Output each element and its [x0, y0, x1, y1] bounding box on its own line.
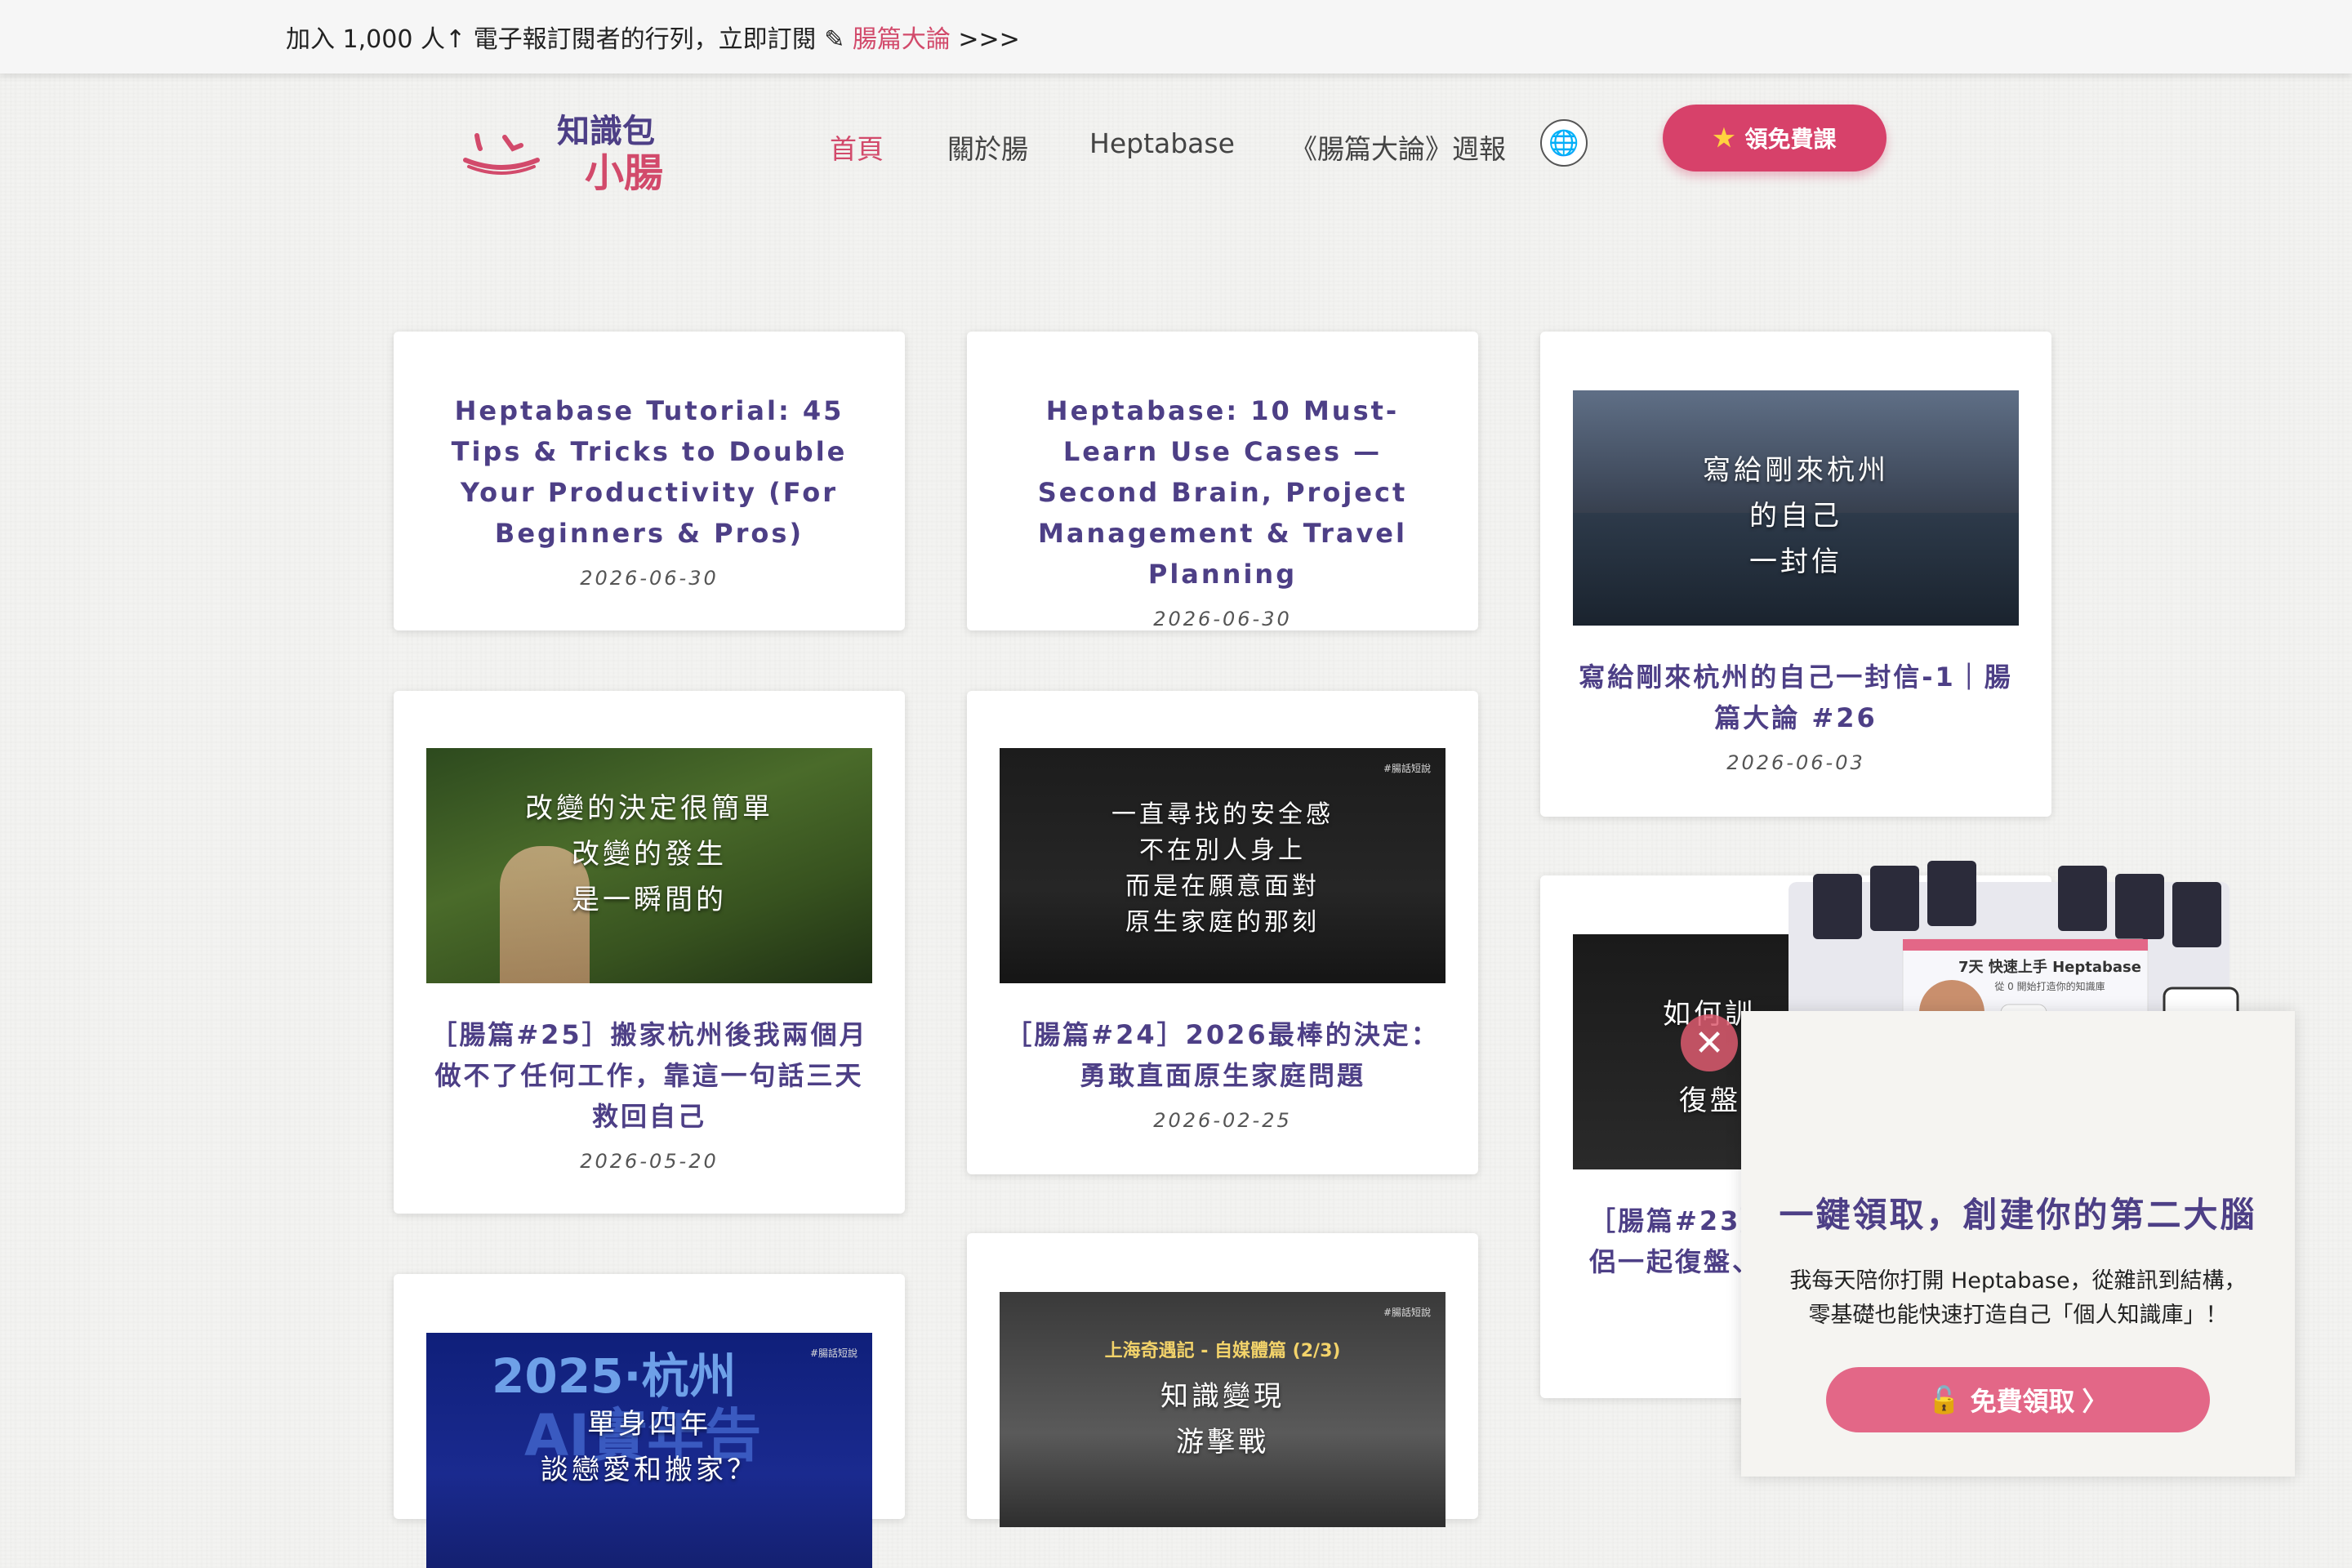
promo-subheading: 從 0 開始打造你的知識庫	[1994, 980, 2105, 992]
post-title[interactable]: Heptabase: 10 Must-Learn Use Cases — Sec…	[1000, 390, 1446, 595]
post-date: 2026-02-25	[1153, 1109, 1292, 1132]
popup-desc-line: 零基礎也能快速打造自己「個人知識庫」！	[1808, 1303, 2228, 1328]
star-icon: ★	[1713, 124, 1735, 152]
thumb-line: 知識變現	[1160, 1380, 1285, 1413]
post-card[interactable]: #腸話短說 一直尋找的安全感 不在別人身上 而是在願意面對 原生家庭的那刻 ［腸…	[967, 691, 1478, 1174]
post-card[interactable]: 寫給剛來杭州 的自己 一封信 寫給剛來杭州的自己一封信-1｜腸篇大論 #26 2…	[1540, 332, 2051, 817]
free-course-button[interactable]: ★ 領免費課	[1663, 105, 1886, 172]
nav-about[interactable]: 關於腸	[947, 127, 1028, 167]
post-thumbnail[interactable]: 寫給剛來杭州 的自己 一封信	[1573, 390, 2019, 626]
post-thumbnail[interactable]: #腸話短說 上海奇遇記 - 自媒體篇 (2/3) 知識變現 游擊戰	[1000, 1292, 1446, 1527]
thumb-line: 不在別人身上	[1139, 836, 1306, 865]
announcement-message: 加入 1,000 人↑ 電子報訂閱者的行列，立即訂閱 ✎	[286, 25, 853, 54]
thumb-caption: 單身四年 談戀愛和搬家？	[426, 1401, 872, 1493]
post-card[interactable]: #腸話短說 上海奇遇記 - 自媒體篇 (2/3) 知識變現 游擊戰	[967, 1233, 1478, 1527]
popup-description: 我每天陪你打開 Heptabase，從雜訊到結構， 零基礎也能快速打造自己「個人…	[1774, 1264, 2262, 1333]
thumb-heading: 上海奇遇記 - 自媒體篇 (2/3)	[1104, 1341, 1341, 1361]
post-card[interactable]: 改變的決定很簡單 改變的發生 是一瞬間的 ［腸篇#25］搬家杭州後我兩個月做不了…	[394, 691, 905, 1214]
thumb-line: 單身四年	[587, 1408, 711, 1441]
post-card[interactable]: Heptabase: 10 Must-Learn Use Cases — Sec…	[967, 332, 1478, 630]
post-title[interactable]: ［腸篇#25］搬家杭州後我兩個月做不了任何工作，靠這一句話三天救回自己	[426, 1014, 872, 1137]
post-card[interactable]: Heptabase Tutorial: 45 Tips & Tricks to …	[394, 332, 905, 630]
nav-weekly[interactable]: 《腸篇大論》週報	[1290, 127, 1506, 167]
post-date: 2026-06-30	[1153, 608, 1292, 630]
post-thumbnail[interactable]: #腸話短說 2025·杭州 AI實年告 單身四年 談戀愛和搬家？	[426, 1333, 872, 1568]
nav-home[interactable]: 首頁	[830, 127, 884, 167]
thumb-caption: 寫給剛來杭州 的自己 一封信	[1573, 448, 2019, 585]
popup-desc-line: 我每天陪你打開 Heptabase，從雜訊到結構，	[1789, 1268, 2247, 1294]
thumb-line: 游擊戰	[1176, 1426, 1269, 1459]
post-date: 2026-05-20	[580, 1150, 719, 1173]
free-course-label: 領免費課	[1744, 127, 1837, 152]
post-date: 2026-06-03	[1726, 751, 1865, 774]
post-card[interactable]: #腸話短說 2025·杭州 AI實年告 單身四年 談戀愛和搬家？	[394, 1274, 905, 1568]
main-nav: 首頁 關於腸 Heptabase 《腸篇大論》週報	[0, 121, 2352, 170]
claim-free-label: 免費領取 〉	[1970, 1387, 2109, 1416]
post-thumbnail[interactable]: 改變的決定很簡單 改變的發生 是一瞬間的	[426, 748, 872, 983]
thumb-caption: 知識變現 游擊戰	[1000, 1374, 1446, 1465]
thumb-tag: #腸話短說	[1383, 763, 1431, 774]
claim-free-button[interactable]: 🔓 免費領取 〉	[1826, 1367, 2210, 1432]
signup-popup: 一鍵領取，創建你的第二大腦 我每天陪你打開 Heptabase，從雜訊到結構， …	[1741, 1011, 2295, 1477]
post-title[interactable]: Heptabase Tutorial: 45 Tips & Tricks to …	[426, 390, 872, 554]
unlock-icon: 🔓	[1927, 1385, 1961, 1414]
thumb-line: 談戀愛和搬家？	[541, 1454, 758, 1486]
post-thumbnail[interactable]: #腸話短說 一直尋找的安全感 不在別人身上 而是在願意面對 原生家庭的那刻	[1000, 748, 1446, 983]
thumb-line: 改變的發生	[572, 838, 727, 871]
popup-title: 一鍵領取，創建你的第二大腦	[1779, 1195, 2257, 1235]
announcement-arrows: >>>	[950, 25, 1020, 54]
thumb-tag: #腸話短說	[1383, 1307, 1431, 1318]
thumb-line: 一直尋找的安全感	[1111, 800, 1334, 829]
announcement-text: 加入 1,000 人↑ 電子報訂閱者的行列，立即訂閱 ✎ 腸篇大論 >>>	[286, 19, 1020, 55]
thumb-tag: #腸話短說	[809, 1348, 858, 1359]
thumb-line: 寫給剛來杭州	[1703, 454, 1889, 487]
close-icon[interactable]: ✕	[1681, 1014, 1738, 1071]
newsletter-link[interactable]: 腸篇大論	[853, 25, 951, 54]
thumb-line: 原生家庭的那刻	[1125, 908, 1320, 937]
post-title[interactable]: 寫給剛來杭州的自己一封信-1｜腸篇大論 #26	[1573, 657, 2019, 738]
post-date: 2026-06-30	[580, 567, 719, 590]
thumb-line: 一封信	[1749, 546, 1842, 578]
announcement-bar: 加入 1,000 人↑ 電子報訂閱者的行列，立即訂閱 ✎ 腸篇大論 >>>	[0, 0, 2352, 74]
thumb-line: 而是在願意面對	[1125, 872, 1320, 901]
thumb-line: 是一瞬間的	[572, 884, 727, 916]
globe-icon[interactable]: 🌐	[1540, 119, 1588, 167]
thumb-caption: 一直尋找的安全感 不在別人身上 而是在願意面對 原生家庭的那刻	[1000, 797, 1446, 941]
post-title[interactable]: ［腸篇#24］2026最棒的決定：勇敢直面原生家庭問題	[1000, 1014, 1446, 1096]
promo-heading: 7天 快速上手 Heptabase	[1958, 958, 2141, 976]
post-title-part: 侶一起復盤、	[1589, 1246, 1762, 1277]
nav-heptabase[interactable]: Heptabase	[1089, 127, 1235, 159]
thumb-caption: 改變的決定很簡單 改變的發生 是一瞬間的	[426, 786, 872, 923]
thumb-line: 的自己	[1749, 500, 1842, 532]
thumb-line: 改變的決定很簡單	[525, 792, 773, 825]
